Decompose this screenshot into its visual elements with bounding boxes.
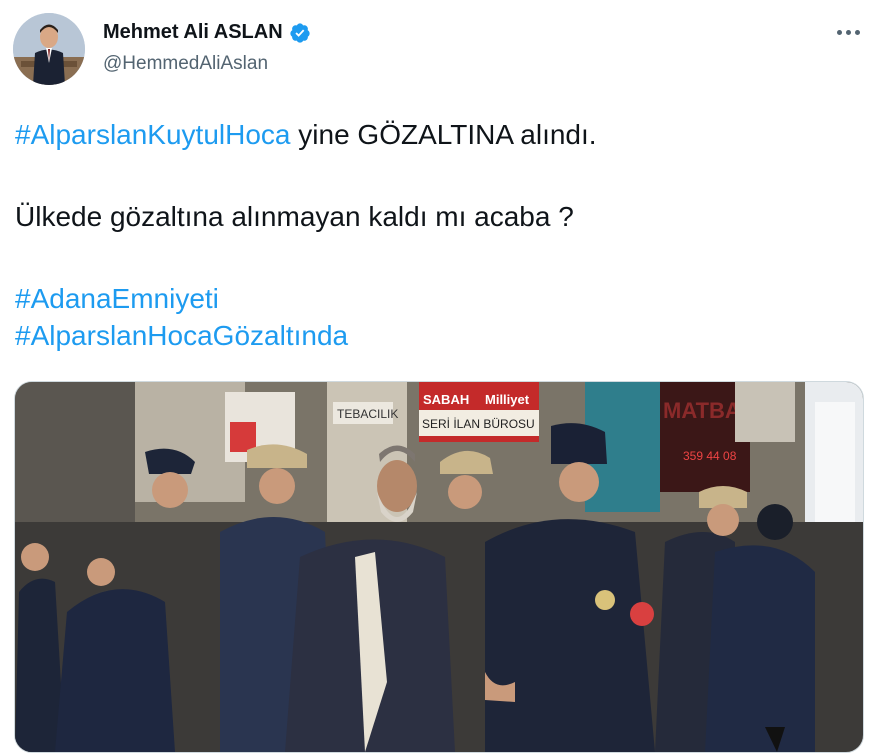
hashtag-link[interactable]: #AdanaEmniyeti <box>15 283 219 314</box>
author-handle[interactable]: @HemmedAliAslan <box>103 53 268 75</box>
svg-text:TEBACILIK: TEBACILIK <box>337 407 398 421</box>
svg-text:359 44 08: 359 44 08 <box>683 449 737 463</box>
tweet-line-1: #AlparslanKuytulHoca yine GÖZALTINA alın… <box>15 116 855 153</box>
tweet-media-photo[interactable]: TEBACILIK SABAH Milliyet SERİ İLAN BÜROS… <box>14 381 864 753</box>
tweet-text: #AlparslanKuytulHoca yine GÖZALTINA alın… <box>15 116 855 354</box>
tweet-line-1-text: yine GÖZALTINA alındı. <box>290 119 597 150</box>
author-avatar[interactable] <box>13 13 85 85</box>
hashtag-link[interactable]: #AlparslanHocaGözaltında <box>15 320 348 351</box>
author-display-name[interactable]: Mehmet Ali ASLAN <box>103 21 283 44</box>
svg-text:SABAH: SABAH <box>423 392 469 407</box>
svg-text:SERİ İLAN BÜROSU: SERİ İLAN BÜROSU <box>422 417 535 431</box>
verified-badge-icon <box>289 22 311 44</box>
more-options-icon[interactable] <box>832 18 864 46</box>
avatar-image <box>13 13 85 85</box>
hashtag-link[interactable]: #AlparslanKuytulHoca <box>15 119 291 150</box>
svg-text:Milliyet: Milliyet <box>485 392 530 407</box>
tweet-line-2: Ülkede gözaltına alınmayan kaldı mı acab… <box>15 201 574 232</box>
author-name-row: Mehmet Ali ASLAN <box>103 21 311 44</box>
photo-image: TEBACILIK SABAH Milliyet SERİ İLAN BÜROS… <box>15 382 863 752</box>
